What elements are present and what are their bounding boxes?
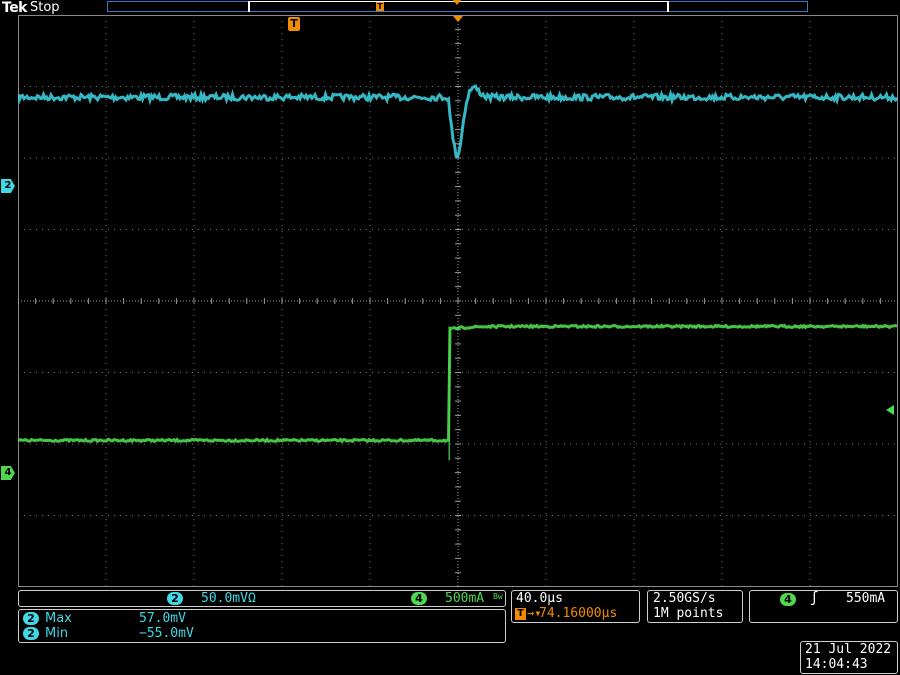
expansion-point-marker [453, 16, 463, 22]
trigger-delay: 74.16000µs [539, 606, 618, 621]
trigger-level: 550mA [846, 591, 886, 606]
measurement-label: Min [45, 626, 69, 641]
measurement-max: 2 Max 57.0mV [23, 611, 186, 626]
vertical-readout: 2 50.0mVΩ 4 500mA Bw [18, 590, 506, 607]
measurement-value: 57.0mV [139, 611, 186, 626]
ch4-scale[interactable]: 500mA [445, 591, 484, 606]
datetime-readout: 21 Jul 2022 14:04:43 [800, 641, 898, 674]
timebase: 40.0µs [516, 591, 563, 606]
record-trigger-marker: T [376, 2, 384, 11]
ch2-scale[interactable]: 50.0mVΩ [201, 591, 256, 606]
measurements-panel[interactable]: 2 Max 57.0mV 2 Min −55.0mV [18, 609, 506, 643]
trigger-level-marker[interactable] [886, 405, 894, 415]
sample-rate: 2.50GS/s [653, 591, 716, 606]
trigger-source-badge: 4 [780, 593, 796, 606]
horizontal-readout[interactable]: 40.0µs T →▾ 74.16000µs [511, 590, 640, 623]
rising-edge-icon: ʃ [810, 590, 819, 606]
time: 14:04:43 [805, 657, 868, 672]
ch2-badge[interactable]: 2 [167, 592, 183, 605]
graticule-svg [18, 15, 898, 587]
acquisition-state[interactable]: Stop [30, 0, 60, 16]
status-bar: Tek Stop T [0, 0, 900, 16]
trigger-readout[interactable]: 4 ʃ 550mA [749, 590, 898, 623]
measurement-channel-badge: 2 [23, 612, 39, 625]
record-length: 1M points [653, 606, 724, 621]
measurement-channel-badge: 2 [23, 627, 39, 640]
brand-logo: Tek [2, 0, 28, 16]
measurement-value: −55.0mV [139, 626, 194, 641]
bandwidth-limit-icon: Bw [493, 592, 503, 601]
trigger-icon: T [515, 608, 526, 620]
date: 21 Jul 2022 [805, 642, 892, 657]
measurement-label: Max [45, 611, 72, 626]
ch2-ground-marker[interactable]: 2 [1, 179, 15, 193]
waveform-display[interactable] [18, 15, 898, 587]
acquisition-readout[interactable]: 2.50GS/s 1M points [647, 590, 743, 623]
measurement-min: 2 Min −55.0mV [23, 626, 194, 641]
trigger-position-marker[interactable]: T [288, 17, 300, 31]
ch4-ground-marker[interactable]: 4 [1, 466, 15, 480]
ch4-badge[interactable]: 4 [411, 592, 427, 605]
record-center-marker [453, 0, 461, 5]
